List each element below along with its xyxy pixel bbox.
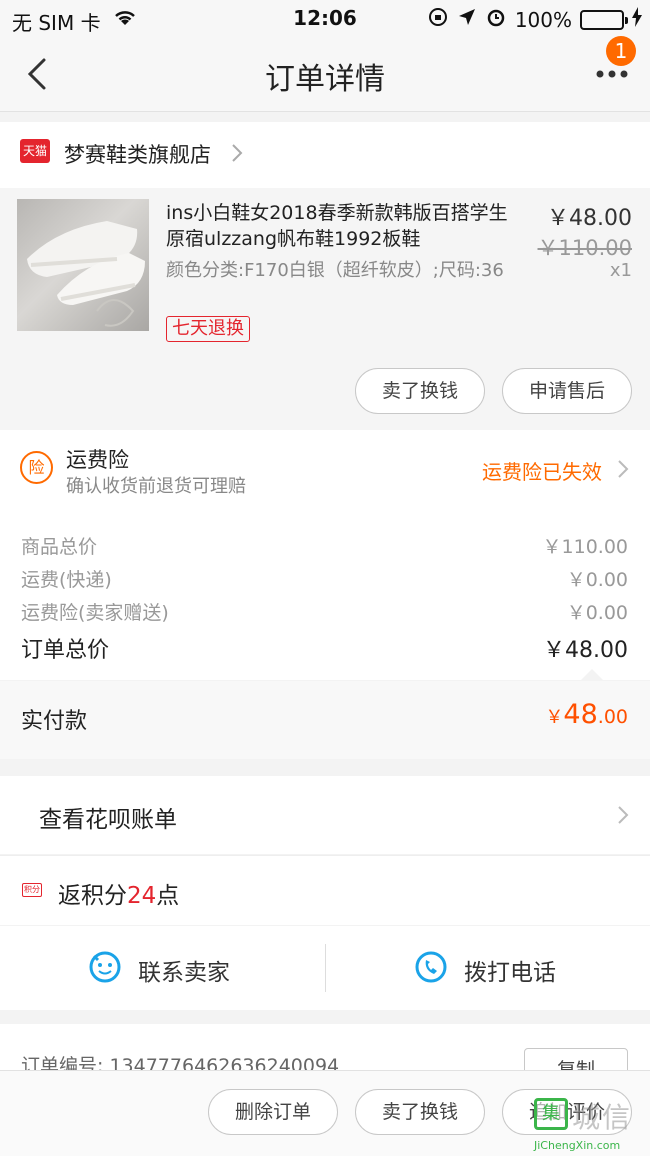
contact-seller-button[interactable]: 联系卖家 — [0, 926, 325, 1010]
alarm-icon — [485, 6, 507, 33]
fee-row: 运费险(卖家赠送) ￥0.00 — [21, 598, 628, 625]
fee-label: 运费(快递) — [21, 569, 112, 591]
chevron-right-icon — [616, 804, 630, 830]
sell-for-cash-button[interactable]: 卖了换钱 — [355, 368, 485, 414]
page-title: 订单详情 — [265, 62, 385, 97]
after-sales-button[interactable]: 申请售后 — [502, 368, 632, 414]
phone-icon — [414, 950, 448, 984]
points-prefix: 返积分 — [58, 883, 127, 909]
fee-row: 商品总价 ￥110.00 — [21, 532, 628, 559]
charging-icon — [632, 7, 642, 32]
chevron-right-icon — [616, 458, 630, 484]
order-total-row: 订单总价 ￥48.00 — [21, 632, 628, 664]
divider-notch — [580, 669, 604, 681]
tmall-logo-icon: 天猫 — [20, 139, 50, 163]
insurance-title: 运费险 — [66, 448, 129, 472]
watermark-logo-icon: 集 — [534, 1098, 568, 1130]
insurance-icon: 险 — [20, 451, 53, 484]
order-item[interactable]: ins小白鞋女2018春季新款韩版百搭学生原宿ulzzang帆布鞋1992板鞋 … — [0, 188, 650, 430]
fee-label: 运费险(卖家赠送) — [21, 602, 169, 624]
battery-icon — [580, 9, 628, 30]
chevron-right-icon — [230, 142, 244, 168]
fee-value: ￥110.00 — [542, 536, 628, 558]
points-suffix: 点 — [156, 883, 180, 909]
status-bar: 无 SIM 卡 12:06 100% — [0, 0, 650, 36]
contact-row: 联系卖家 拨打电话 — [0, 926, 650, 1010]
fee-row: 运费(快递) ￥0.00 — [21, 565, 628, 592]
original-price: ￥110.00 — [537, 236, 632, 260]
order-total-value: ￥48.00 — [543, 638, 628, 663]
price-breakdown: 商品总价 ￥110.00 运费(快递) ￥0.00 运费险(卖家赠送) ￥0.0… — [0, 510, 650, 681]
paid-decimal: .00 — [597, 706, 628, 728]
order-total-label: 订单总价 — [21, 638, 110, 663]
nav-bar: 订单详情 1 — [0, 36, 650, 112]
call-phone-label[interactable]: 拨打电话 — [464, 953, 556, 987]
insurance-subtitle: 确认收货前退货可理赔 — [66, 476, 246, 497]
chat-icon — [88, 950, 122, 984]
notification-badge[interactable]: 1 — [606, 36, 636, 66]
paid-label: 实付款 — [21, 709, 88, 734]
store-row[interactable]: 天猫 梦赛鞋类旗舰店 — [0, 122, 650, 188]
store-name[interactable]: 梦赛鞋类旗舰店 — [64, 139, 211, 169]
product-quantity: x1 — [609, 260, 632, 281]
rotation-lock-icon — [427, 6, 449, 33]
points-row: 积分 返积分24点 — [0, 855, 650, 925]
shipping-insurance-row[interactable]: 险 运费险 确认收货前退货可理赔 运费险已失效 — [0, 430, 650, 510]
product-title[interactable]: ins小白鞋女2018春季新款韩版百搭学生原宿ulzzang帆布鞋1992板鞋 — [166, 200, 526, 252]
product-image[interactable] — [17, 199, 149, 331]
bottom-action-bar: 删除订单 卖了换钱 追加评价 集 城信 JiChengXin.com — [0, 1070, 650, 1156]
paid-currency: ￥ — [545, 707, 564, 728]
contact-seller-label[interactable]: 联系卖家 — [138, 953, 230, 987]
watermark-brand: 城信 — [572, 1101, 633, 1134]
points-text: 返积分24点 — [58, 876, 179, 910]
points-icon: 积分 — [22, 883, 42, 897]
fee-value: ￥0.00 — [566, 602, 628, 624]
sell-for-cash-button[interactable]: 卖了换钱 — [355, 1089, 485, 1135]
huabei-bill-label[interactable]: 查看花呗账单 — [39, 800, 177, 834]
product-sku: 颜色分类:F170白银（超纤软皮）;尺码:36 — [166, 260, 504, 281]
insurance-status[interactable]: 运费险已失效 — [482, 456, 602, 485]
product-price: ￥48.00 — [547, 206, 632, 231]
paid-integer: 48 — [563, 699, 598, 730]
fee-value: ￥0.00 — [566, 569, 628, 591]
location-icon — [457, 7, 477, 32]
watermark-url: JiChengXin.com — [534, 1139, 621, 1152]
fee-label: 商品总价 — [21, 536, 98, 558]
points-amount: 24 — [127, 883, 157, 909]
huabei-bill-row[interactable]: 查看花呗账单 — [0, 776, 650, 854]
call-phone-button[interactable]: 拨打电话 — [326, 926, 650, 1010]
battery-percent: 100% — [514, 7, 572, 32]
return-policy-tag: 七天退换 — [166, 316, 250, 342]
delete-order-button[interactable]: 删除订单 — [208, 1089, 338, 1135]
watermark: 集 城信 JiChengXin.com — [534, 1094, 646, 1152]
paid-amount-row: 实付款 ￥48.00 — [0, 681, 650, 759]
paid-amount: ￥48.00 — [545, 699, 628, 730]
